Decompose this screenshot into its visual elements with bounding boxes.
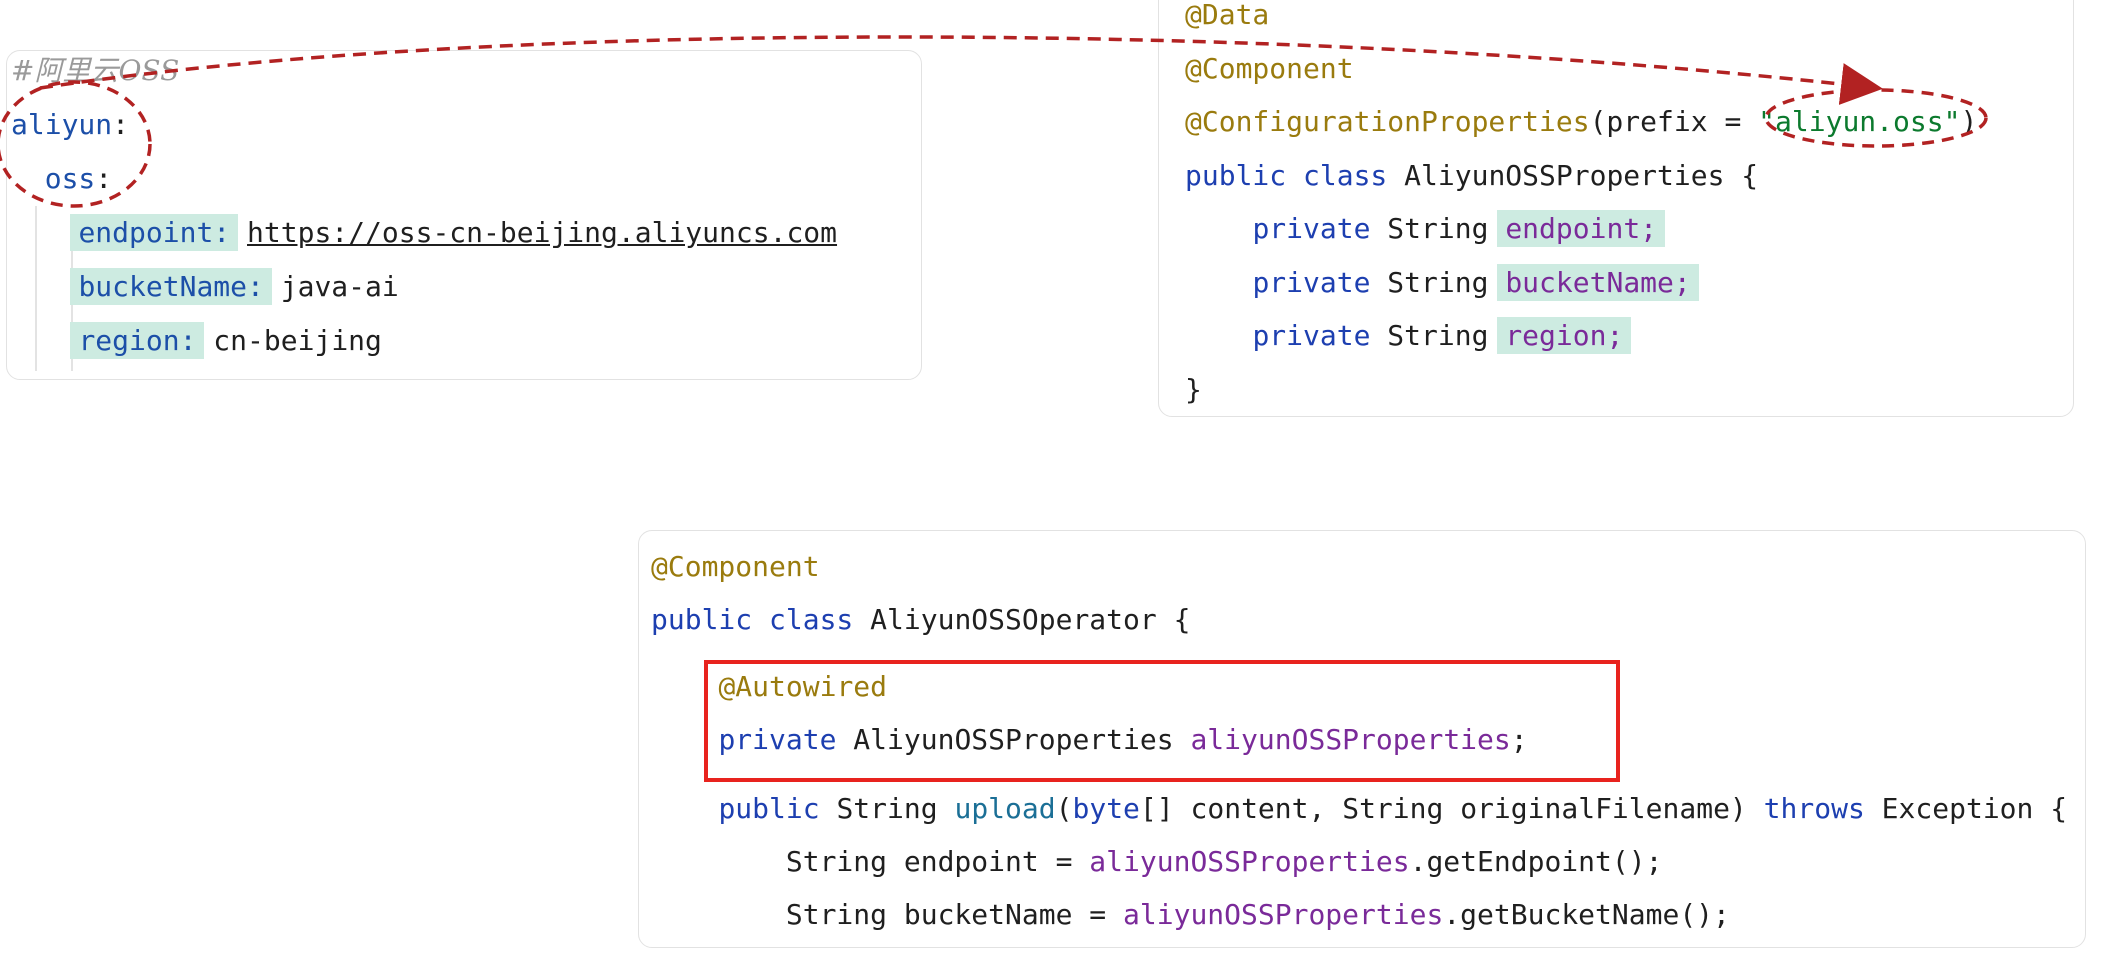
code-token-kw: private [1252,212,1388,245]
code-line: String endpoint = aliyunOSSProperties.ge… [651,842,1663,882]
code-token-plain: } [1185,372,1202,406]
code-line: @Autowired [651,667,887,707]
yaml-code-lines: #阿里云OSS aliyun: oss: endpoint: https://os… [11,51,911,371]
code-token-kw: private [718,723,854,756]
code-line: @ConfigurationProperties(prefix = "aliyu… [1185,102,1977,142]
code-line: public class AliyunOSSProperties { [1185,156,1758,196]
code-token-str: "aliyun.oss" [1758,105,1961,138]
code-token-plain: .getEndpoint(); [1409,845,1663,878]
properties-code-lines: @Data @Component @ConfigurationProperties(… [1185,0,2065,415]
code-token-field: endpoint; [1497,210,1666,247]
code-line: #阿里云OSS [11,51,179,91]
code-token-ann: @Component [651,550,820,583]
code-token-kw: public class [651,603,871,636]
code-line: } [1185,370,1202,410]
code-line: oss: [11,159,112,199]
code-token-kw: private [1252,319,1388,352]
code-token-fn: upload [954,792,1056,825]
code-token-ann: @Component [1185,51,1354,85]
code-token-key: aliyun [11,108,113,141]
code-token-plain: String [836,792,955,825]
code-token-plain: java-ai [263,270,399,303]
code-token-ann: @ConfigurationProperties [1185,105,1590,138]
code-token-key: region: [70,322,205,359]
code-token-plain: Exception { [1881,792,2068,825]
code-token-key: oss [44,162,96,195]
code-token-kw: public class [1185,158,1405,192]
code-token-field: aliyunOSSProperties [1089,845,1410,878]
code-line: public String upload(byte[] content, Str… [651,789,2067,829]
code-line: @Component [1185,49,1354,89]
code-line: private String region; [1185,316,1632,356]
code-token-kw: throws [1763,792,1882,825]
code-token-plain: AliyunOSSProperties { [1404,158,1759,192]
code-token-plain: .getBucketName(); [1443,898,1730,931]
code-token-field: region; [1497,317,1632,354]
code-line: bucketName: java-ai [11,267,399,307]
code-token-plain: : [95,162,113,195]
operator-class-panel: @Component public class AliyunOSSOperator… [638,530,2086,948]
code-token-comment: #阿里云OSS [11,54,180,87]
code-line: private String bucketName; [1185,263,1699,303]
code-token-plain: AliyunOSSOperator { [870,603,1191,636]
code-token-field: aliyunOSSProperties [1123,898,1444,931]
code-token-ann: @Autowired [718,670,888,703]
code-token-plain: cn-beijing [196,324,382,357]
code-line: private AliyunOSSProperties aliyunOSSPro… [651,720,1528,760]
code-token-plain: [] content, String originalFilename) [1139,792,1764,825]
code-token-plain: String [1387,212,1506,245]
code-token-url: https://oss-cn-beijing.aliyuncs.com [247,216,838,249]
code-line: @Component [651,547,820,587]
code-token-kw: public [718,792,837,825]
code-token-plain: String [1387,319,1506,352]
code-token-plain: String [1387,265,1506,299]
code-token-plain: String endpoint = [785,845,1090,878]
code-token-plain: AliyunOSSProperties [853,723,1191,756]
code-token-plain: (prefix = [1589,105,1759,138]
code-token-field: aliyunOSSProperties [1190,723,1511,756]
code-line: public class AliyunOSSOperator { [651,600,1190,640]
code-token-key: endpoint: [70,214,239,251]
code-token-plain: ) [1960,105,1978,138]
code-token-key: bucketName: [70,268,272,305]
code-token-plain: ( [1055,792,1073,825]
yaml-config-panel: #阿里云OSS aliyun: oss: endpoint: https://os… [6,50,922,380]
code-token-kw: byte [1072,792,1140,825]
code-line: @Data [1185,0,1269,35]
operator-code-lines: @Component public class AliyunOSSOperator… [651,531,2081,941]
code-line: String bucketName = aliyunOSSProperties.… [651,895,1730,935]
code-token-plain: ; [1510,723,1528,756]
code-line: region: cn-beijing [11,321,382,361]
code-line: private String endpoint; [1185,209,1666,249]
code-token-plain: : [112,108,130,141]
code-token-field: bucketName; [1497,263,1699,301]
code-line: endpoint: https://oss-cn-beijing.aliyunc… [11,213,837,253]
code-token-ann: @Data [1185,0,1270,31]
code-token-kw: private [1252,265,1388,299]
properties-class-panel: @Data @Component @ConfigurationProperties(… [1158,0,2074,417]
code-token-plain: String bucketName = [785,898,1124,931]
code-line: aliyun: [11,105,129,145]
